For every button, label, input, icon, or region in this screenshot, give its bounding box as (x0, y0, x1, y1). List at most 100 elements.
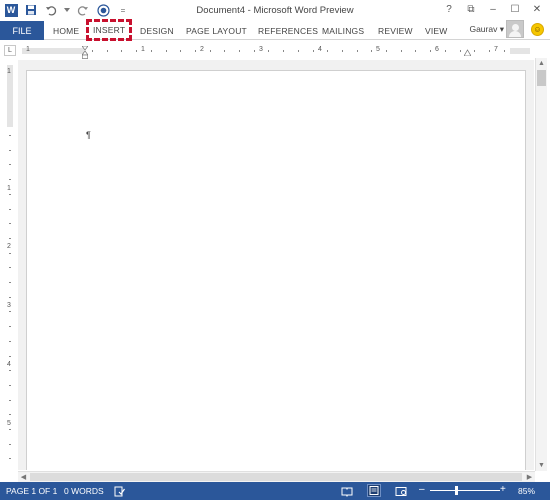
ruler-tick (9, 399, 11, 401)
horizontal-ruler[interactable]: 1 1 2 3 4 5 6 7 (22, 46, 530, 59)
tab-file[interactable]: FILE (0, 21, 44, 40)
avatar[interactable] (506, 20, 524, 38)
ruler-tick (9, 429, 11, 430)
ruler-tick (283, 50, 285, 52)
zoom-out-button[interactable]: – (419, 484, 425, 495)
ruler-tick (386, 50, 387, 52)
ruler-tick (9, 135, 11, 136)
indent-marker-icon[interactable] (82, 46, 88, 59)
ruler-tick (9, 282, 11, 283)
tab-view[interactable]: VIEW (425, 21, 448, 40)
title-bar: W = Document4 - Microsoft Word Preview ?… (0, 0, 550, 20)
ruler-tick (194, 50, 196, 52)
horizontal-scroll-thumb[interactable] (30, 473, 522, 481)
ruler-number: 1 (141, 46, 145, 53)
tab-design[interactable]: DESIGN (140, 21, 174, 40)
zoom-in-button[interactable]: + (500, 484, 506, 495)
ruler-tick (356, 50, 358, 52)
tab-insert[interactable]: INSERT (86, 19, 133, 41)
ruler-tick (459, 50, 461, 52)
vertical-scroll-thumb[interactable] (537, 70, 546, 86)
minimize-button[interactable]: – (482, 2, 504, 16)
ruler-tick (136, 50, 138, 52)
ruler-tick (9, 252, 11, 254)
vertical-scrollbar[interactable]: ▲ ▼ (535, 58, 547, 471)
ruler-tick (312, 50, 314, 52)
word-count[interactable]: 0 WORDS (64, 486, 104, 496)
tab-page-layout[interactable]: PAGE LAYOUT (186, 21, 247, 40)
ruler-number: 1 (7, 185, 11, 192)
ruler-tick (209, 50, 211, 52)
status-bar: PAGE 1 OF 1 0 WORDS – + 85% (0, 482, 550, 500)
ribbon-display-options-button[interactable]: ⧉ (460, 2, 482, 16)
ruler-tick (9, 414, 11, 416)
ruler-number: 3 (259, 46, 263, 53)
avatar-head-shape (512, 24, 519, 31)
right-indent-marker-icon[interactable] (464, 49, 471, 56)
user-account[interactable]: Gaurav ▾ (469, 24, 504, 35)
ruler-tick (9, 370, 11, 372)
ruler-number: 2 (200, 46, 204, 53)
ruler-left-margin (22, 48, 84, 54)
ruler-tick (9, 340, 11, 342)
web-layout-icon[interactable] (395, 485, 407, 497)
ruler-number: 7 (494, 46, 498, 53)
ruler-tick (268, 50, 270, 52)
window-controls: ? ⧉ – ☐ ✕ (438, 2, 548, 16)
tab-review[interactable]: REVIEW (378, 21, 413, 40)
user-name: Gaurav (469, 24, 498, 34)
zoom-slider-track[interactable] (430, 490, 500, 491)
vertical-ruler[interactable]: 1 1 2 3 4 5 (5, 65, 15, 470)
ruler-number: 1 (7, 68, 11, 75)
tab-references[interactable]: REFERENCES (258, 21, 318, 40)
ruler-tick (430, 50, 432, 52)
ruler-tick (253, 50, 255, 52)
ruler-tick (341, 50, 343, 52)
page-count[interactable]: PAGE 1 OF 1 (6, 486, 57, 496)
scroll-up-icon[interactable]: ▲ (536, 58, 547, 69)
ribbon-tabs: FILE HOME INSERT DESIGN PAGE LAYOUT REFE… (0, 19, 550, 41)
ruler-tick (415, 50, 417, 52)
ruler-tick (9, 458, 11, 460)
feedback-smiley-icon[interactable]: ☺ (531, 23, 544, 36)
ruler-number: 5 (376, 46, 380, 53)
ruler-tick (9, 384, 11, 386)
scroll-right-icon[interactable]: ▶ (524, 472, 535, 482)
ruler-tick (9, 326, 11, 328)
ruler-tick (488, 50, 490, 52)
ruler-number: 5 (7, 420, 11, 427)
document-page[interactable] (26, 70, 526, 470)
ruler-tick (9, 164, 11, 166)
user-caret-icon: ▾ (499, 24, 504, 34)
ruler-tick (92, 50, 93, 52)
ruler-tick (327, 50, 329, 52)
ruler-number: 4 (7, 361, 11, 368)
ruler-number: 3 (7, 302, 11, 309)
ruler-tick (9, 179, 11, 181)
tab-selector[interactable]: L (4, 45, 16, 56)
ruler-tick (297, 50, 299, 52)
close-button[interactable]: ✕ (526, 2, 548, 16)
tab-mailings[interactable]: MAILINGS (322, 21, 364, 40)
print-layout-icon[interactable] (367, 484, 381, 497)
ruler-tick (9, 311, 11, 313)
scroll-down-icon[interactable]: ▼ (536, 460, 547, 471)
paragraph-mark: ¶ (86, 130, 91, 140)
scroll-left-icon[interactable]: ◀ (18, 472, 29, 482)
proofing-icon[interactable] (113, 485, 125, 497)
ruler-tick (9, 149, 11, 151)
read-mode-icon[interactable] (341, 485, 353, 497)
maximize-button[interactable]: ☐ (504, 2, 526, 16)
ruler-number: 2 (7, 243, 11, 250)
help-button[interactable]: ? (438, 2, 460, 16)
tab-home[interactable]: HOME (53, 21, 79, 40)
zoom-level[interactable]: 85% (518, 486, 535, 496)
ruler-tick (106, 50, 108, 52)
ruler-tick (121, 50, 123, 52)
ruler-tick (239, 50, 240, 52)
zoom-slider-thumb[interactable] (455, 486, 458, 495)
ruler-number: 4 (318, 46, 322, 53)
ruler-tick (371, 50, 373, 52)
ruler-tick (474, 50, 476, 52)
horizontal-scrollbar[interactable]: ◀ ▶ (18, 471, 535, 482)
